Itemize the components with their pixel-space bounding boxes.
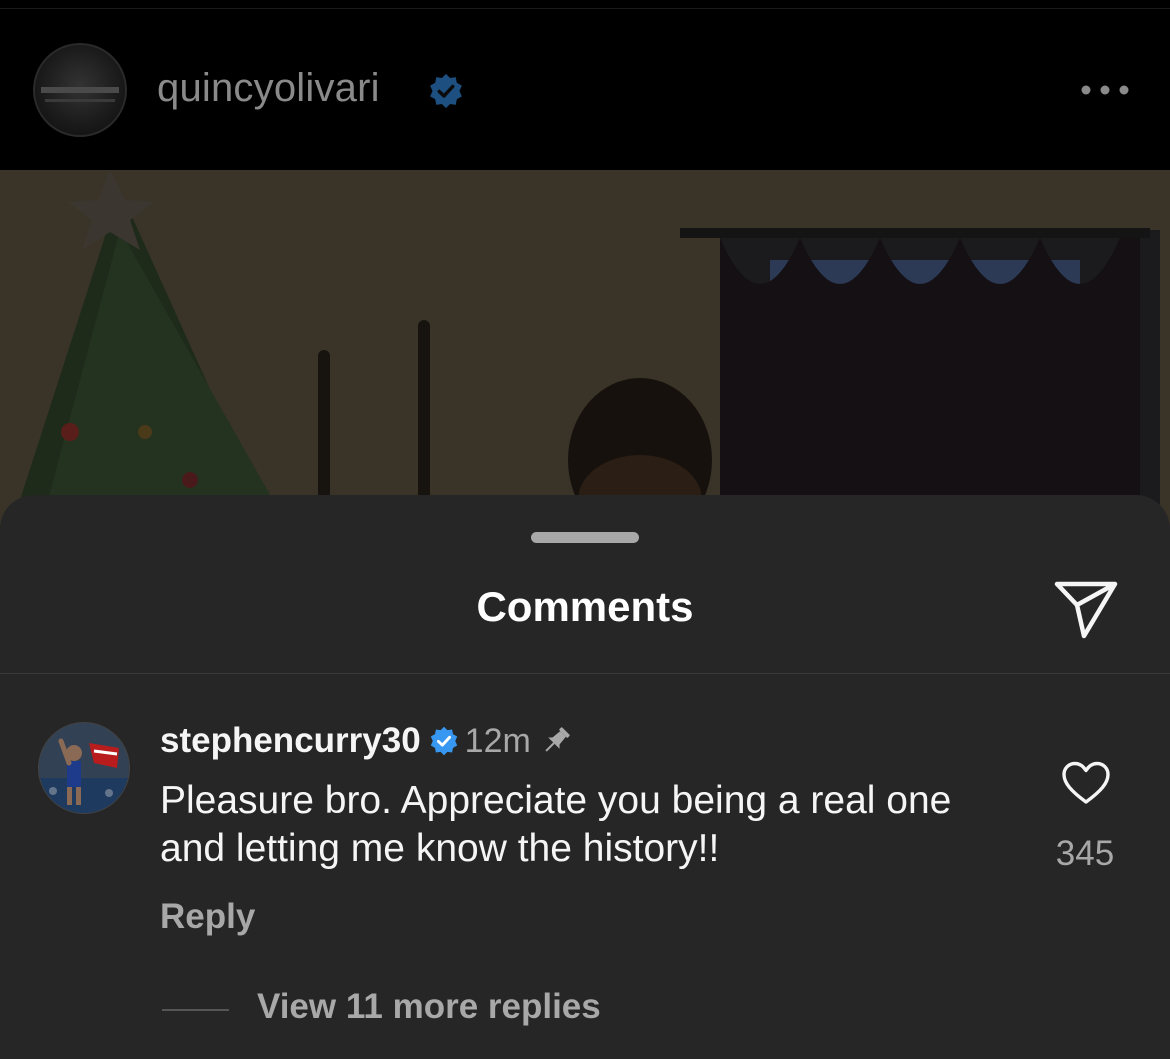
like-count: 345: [1055, 834, 1115, 873]
post-author-avatar[interactable]: [33, 43, 127, 137]
verified-badge-icon: [430, 73, 462, 109]
comment-text: Pleasure bro. Appreciate you being a rea…: [160, 779, 952, 870]
comment-meta: stephencurry30 12m: [160, 721, 573, 761]
post-author-username[interactable]: quincyolivari: [157, 66, 380, 111]
comments-sheet: Comments stephencurry30 12m Pleasure bro…: [0, 495, 1170, 1059]
view-more-replies-button[interactable]: View 11 more replies: [257, 987, 601, 1027]
divider: [0, 673, 1170, 674]
post-header: quincyolivari: [0, 0, 1170, 170]
post-photo: [0, 170, 1170, 530]
sheet-title: Comments: [476, 583, 694, 630]
comment-username[interactable]: stephencurry30: [160, 721, 421, 760]
pin-icon: [545, 727, 570, 752]
divider: [162, 1009, 229, 1011]
sheet-drag-handle[interactable]: [531, 532, 639, 543]
heart-icon[interactable]: [1061, 761, 1111, 805]
comment-timestamp: 12m: [464, 721, 531, 760]
send-icon[interactable]: [1053, 578, 1119, 640]
more-horizontal-icon[interactable]: [1080, 80, 1130, 100]
reply-button[interactable]: Reply: [160, 897, 255, 937]
verified-badge-icon: [430, 726, 457, 756]
comment-author-avatar[interactable]: [38, 722, 130, 814]
divider: [0, 8, 1170, 9]
